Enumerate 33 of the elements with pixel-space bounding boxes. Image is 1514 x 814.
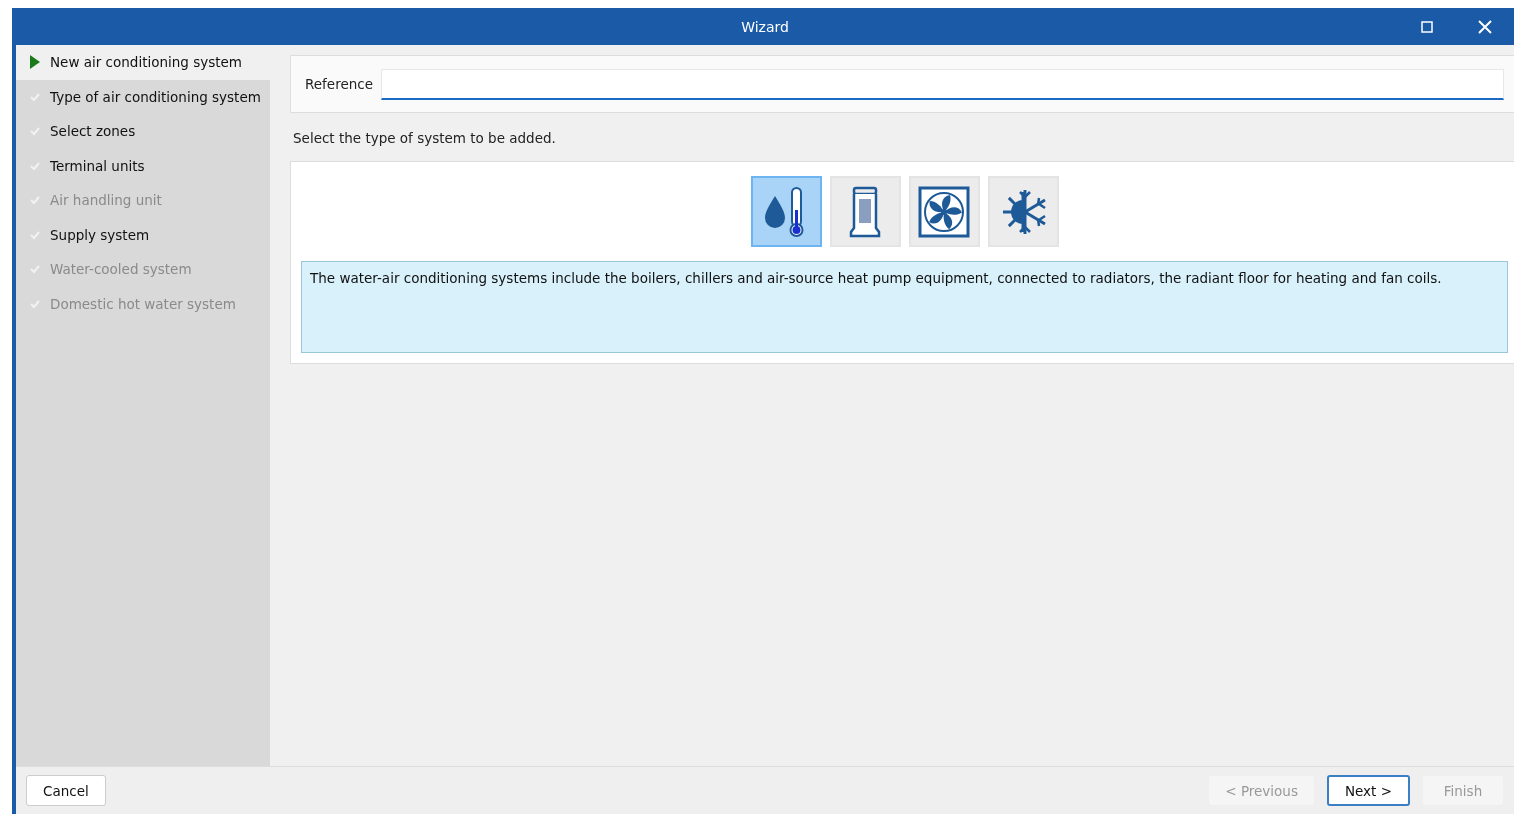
check-icon xyxy=(30,195,40,206)
wizard-step[interactable]: Supply system xyxy=(16,217,270,252)
wizard-step[interactable]: New air conditioning system xyxy=(16,45,270,80)
system-type-button[interactable] xyxy=(750,176,822,247)
step-label: New air conditioning system xyxy=(50,54,242,71)
wizard-step[interactable]: Terminal units xyxy=(16,148,270,183)
reference-label: Reference xyxy=(305,76,373,92)
description-text: The water-air conditioning systems include the boilers, chillers and air-source heat pump equipment, connected to radiators, the radiant floor for heating and fan coils. xyxy=(301,261,1508,353)
check-icon xyxy=(30,264,40,275)
step-label: Domestic hot water system xyxy=(50,295,236,312)
step-label: Water-cooled system xyxy=(50,261,192,278)
step-label: Terminal units xyxy=(50,157,145,174)
fan-icon xyxy=(918,185,970,238)
close-icon xyxy=(1478,19,1492,34)
step-label: Type of air conditioning system xyxy=(50,88,261,105)
prompt-text: Select the type of system to be added. xyxy=(293,130,557,146)
wizard-step[interactable]: Type of air conditioning system xyxy=(16,79,270,114)
next-button[interactable]: Next > xyxy=(1326,775,1410,806)
step-label: Supply system xyxy=(50,226,150,243)
reference-field[interactable] xyxy=(381,68,1504,100)
check-icon xyxy=(30,298,40,309)
check-icon xyxy=(30,91,40,102)
step-label: Select zones xyxy=(50,123,136,140)
check-icon xyxy=(30,160,40,171)
step-label: Air handling unit xyxy=(50,192,162,209)
air-unit-icon xyxy=(849,185,881,238)
maximize-icon xyxy=(1421,20,1433,33)
play-arrow-icon xyxy=(30,55,40,70)
check-icon xyxy=(30,229,40,240)
check-icon xyxy=(30,126,40,137)
cancel-button[interactable]: Cancel xyxy=(26,775,106,806)
wizard-step[interactable]: Select zones xyxy=(16,114,270,149)
window-title: Wizard xyxy=(741,18,789,35)
